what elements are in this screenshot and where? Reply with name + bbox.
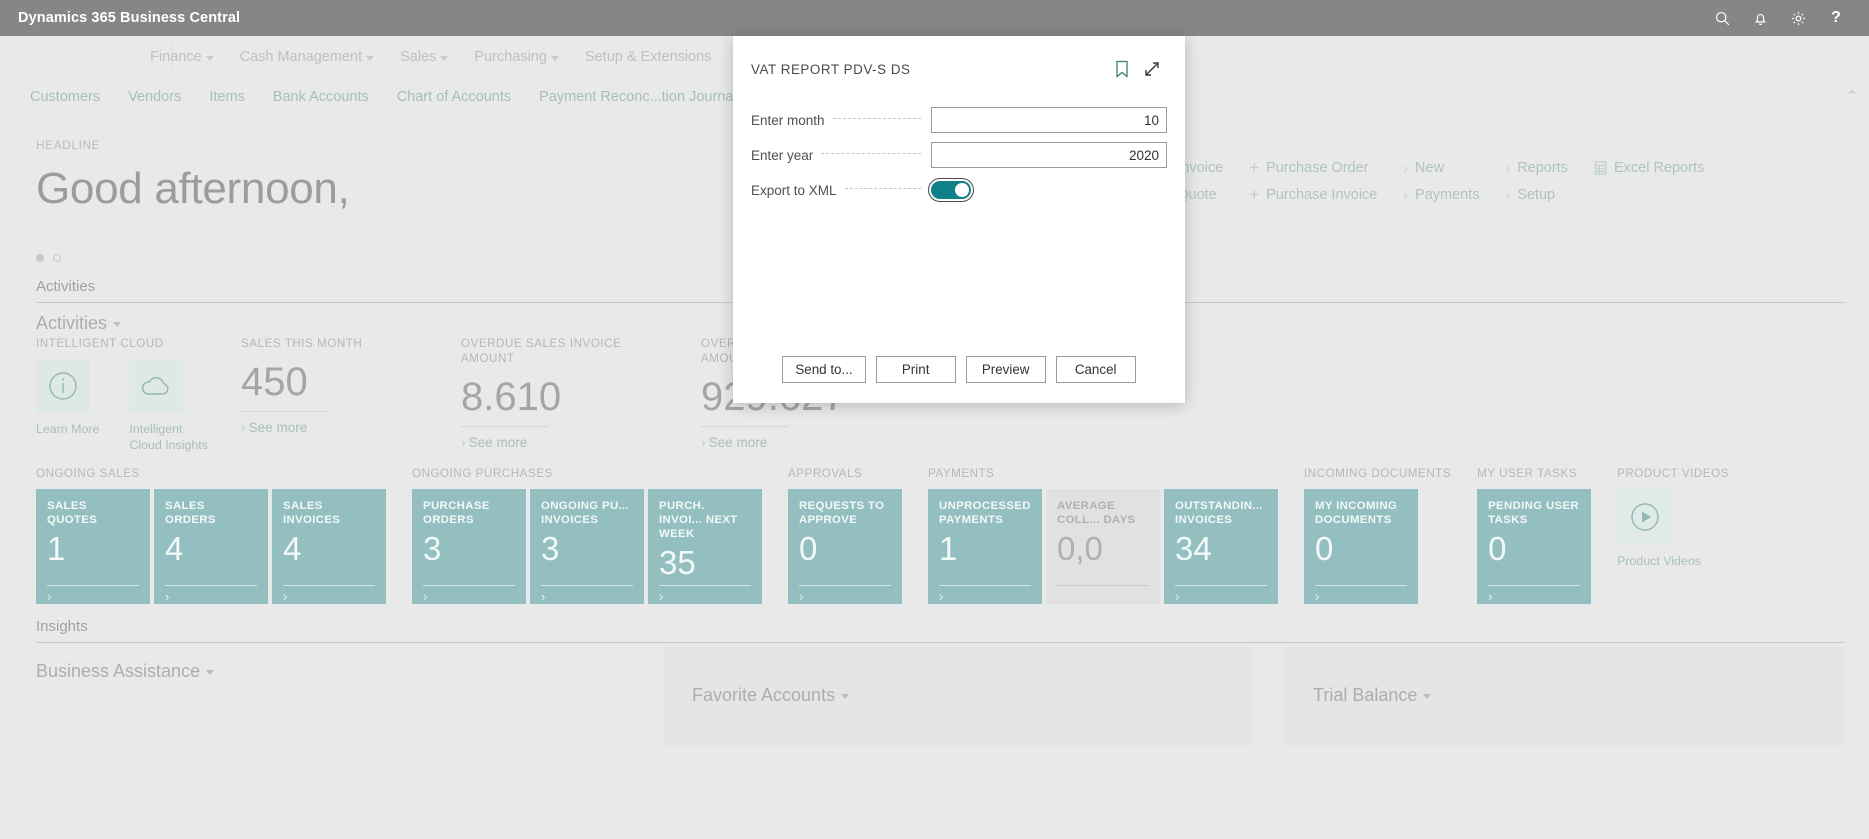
field-leader-dots: [832, 117, 921, 119]
field-label: Enter month: [751, 112, 825, 128]
dialog-title: VAT REPORT PDV-S DS: [751, 61, 911, 77]
preview-button[interactable]: Preview: [965, 356, 1046, 383]
print-button[interactable]: Print: [875, 356, 956, 383]
field-leader-dots: [821, 152, 921, 154]
field-row-enter-year: Enter year: [751, 141, 1167, 169]
field-label: Export to XML: [751, 182, 837, 198]
expand-icon[interactable]: [1137, 56, 1167, 82]
export-to-xml-toggle[interactable]: [928, 178, 974, 202]
dialog-body: Enter month Enter year Export to XML: [733, 82, 1185, 211]
send-to-button[interactable]: Send to...: [782, 356, 866, 383]
toggle-knob: [955, 183, 969, 197]
enter-year-input[interactable]: [931, 142, 1167, 168]
cancel-button[interactable]: Cancel: [1055, 356, 1136, 383]
vat-report-dialog: VAT REPORT PDV-S DS Enter month 10 Enter…: [733, 36, 1185, 403]
dialog-footer: Send to... Print Preview Cancel: [733, 356, 1185, 403]
toggle-wrap: [928, 178, 1167, 202]
field-row-enter-month: Enter month: [751, 106, 1167, 134]
app-root: Dynamics 365 Business Central ? Finance: [0, 0, 1869, 839]
enter-month-input[interactable]: [931, 107, 1167, 133]
dialog-header: VAT REPORT PDV-S DS: [733, 36, 1185, 82]
field-label: Enter year: [751, 147, 814, 163]
field-row-export-to-xml: Export to XML: [751, 176, 1167, 204]
field-leader-dots: [844, 187, 921, 189]
bookmark-icon[interactable]: [1107, 56, 1137, 82]
